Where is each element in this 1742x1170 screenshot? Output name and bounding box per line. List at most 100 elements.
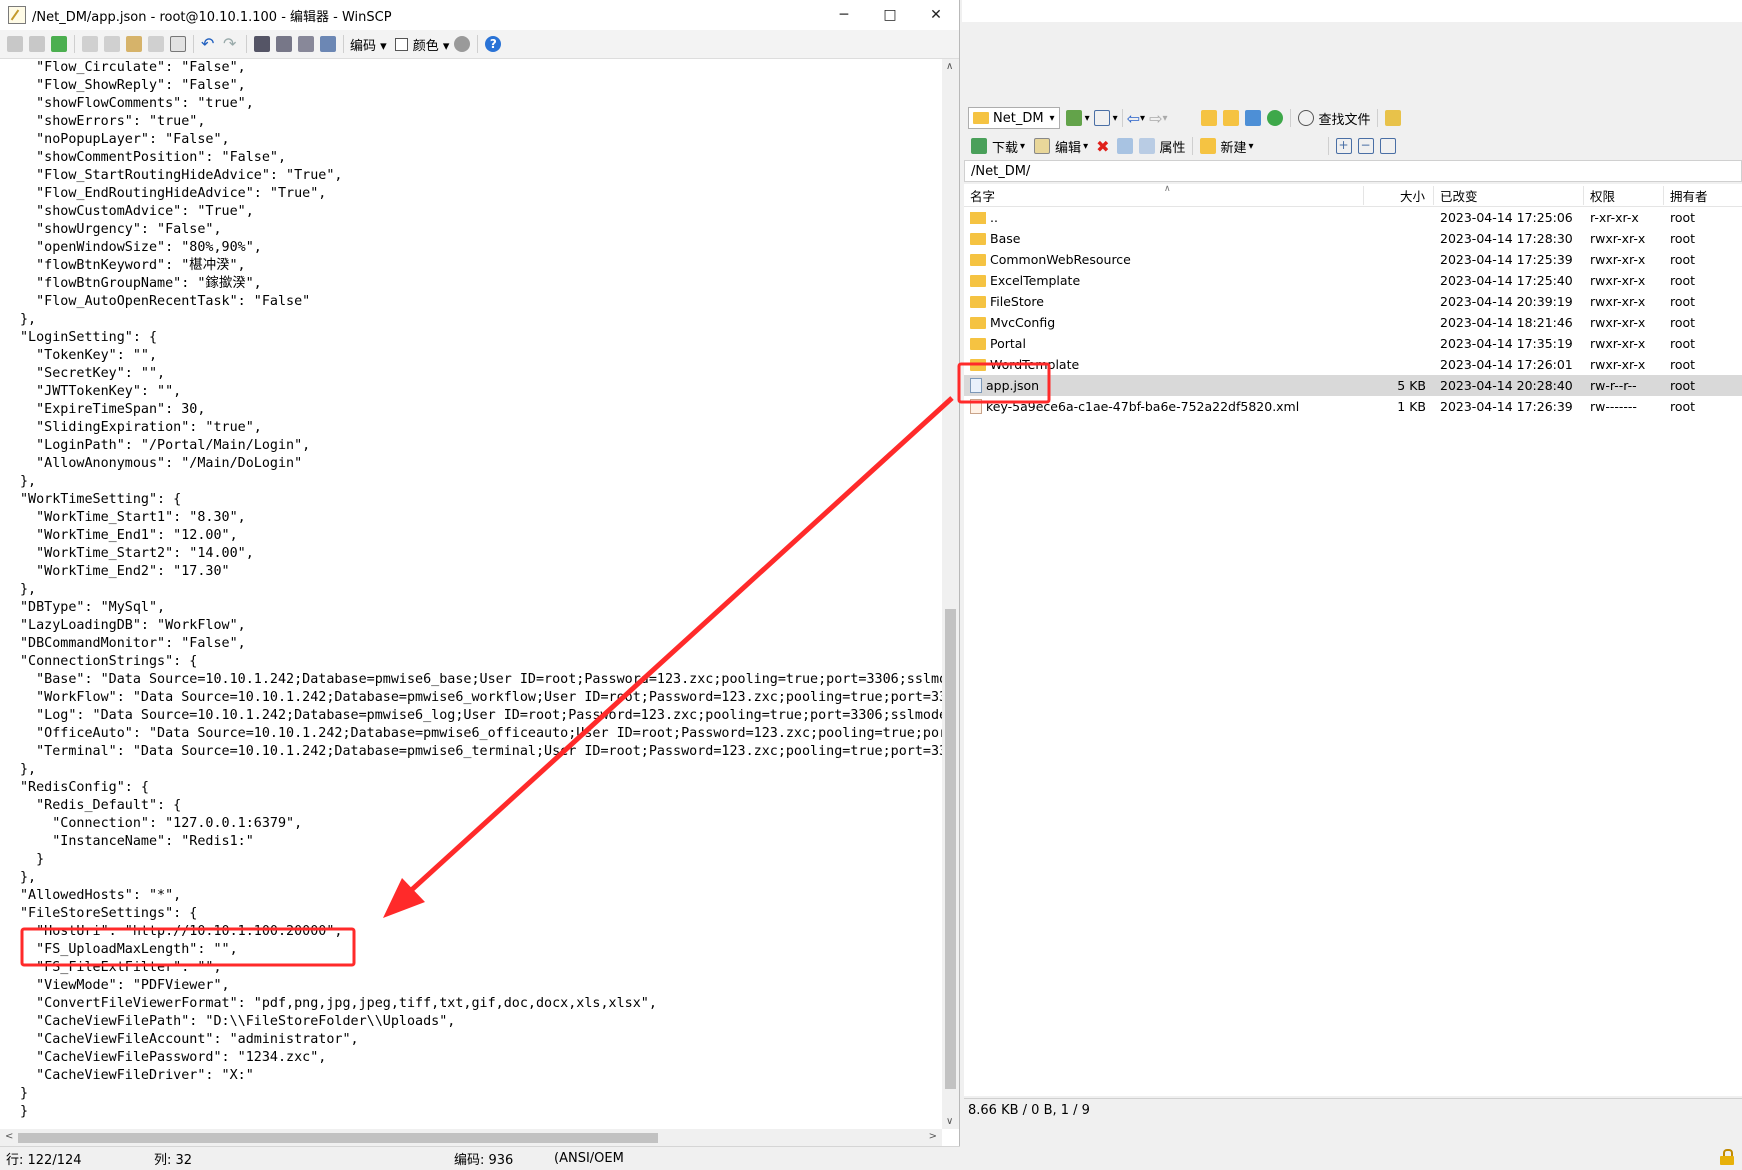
column-size[interactable]: 大小 bbox=[1364, 185, 1434, 205]
rename-icon[interactable] bbox=[1116, 138, 1133, 154]
code-editor[interactable]: "Flow_Circulate": "False", "Flow_ShowRep… bbox=[0, 59, 942, 1129]
delete-icon[interactable]: ✖ bbox=[1096, 137, 1109, 156]
code-line[interactable]: "WorkTime_Start2": "14.00", bbox=[20, 545, 942, 563]
horizontal-scrollbar[interactable]: < > bbox=[0, 1129, 942, 1146]
code-line[interactable]: "Flow_StartRoutingHideAdvice": "True", bbox=[20, 167, 942, 185]
code-line[interactable]: "LazyLoadingDB": "WorkFlow", bbox=[20, 617, 942, 635]
scroll-down-icon[interactable]: ∨ bbox=[946, 1116, 953, 1127]
download-button[interactable]: 下载 bbox=[992, 137, 1018, 156]
code-line[interactable]: "flowBtnKeyword": "椹冲湀", bbox=[20, 257, 942, 275]
code-line[interactable]: "showErrors": "true", bbox=[20, 113, 942, 131]
back-icon[interactable]: ⇦ bbox=[1127, 109, 1140, 128]
save-icon[interactable] bbox=[7, 36, 23, 52]
chevron-down-icon[interactable]: ▾ bbox=[1020, 141, 1025, 152]
preferences-gear-icon[interactable] bbox=[454, 36, 471, 52]
code-line[interactable]: "ExpireTimeSpan": 30, bbox=[20, 401, 942, 419]
code-line[interactable]: "Flow_Circulate": "False", bbox=[20, 59, 942, 77]
code-line[interactable]: "Flow_EndRoutingHideAdvice": "True", bbox=[20, 185, 942, 203]
file-name-cell[interactable]: ExcelTemplate bbox=[964, 273, 1364, 288]
delete-icon[interactable] bbox=[148, 36, 164, 52]
scroll-up-icon[interactable]: ∧ bbox=[946, 61, 953, 72]
file-row[interactable]: key-5a9ece6a-c1ae-47bf-ba6e-752a22df5820… bbox=[964, 396, 1742, 417]
code-line[interactable]: "WorkTime_Start1": "8.30", bbox=[20, 509, 942, 527]
code-line[interactable]: "CacheViewFilePath": "D:\\FileStoreFolde… bbox=[20, 1013, 942, 1031]
file-row[interactable]: Portal 2023-04-14 17:35:19 rwxr-xr-x root bbox=[964, 333, 1742, 354]
home-icon[interactable] bbox=[1244, 110, 1261, 126]
code-text[interactable]: "Flow_Circulate": "False", "Flow_ShowRep… bbox=[0, 59, 942, 1121]
code-line[interactable]: "SlidingExpiration": "true", bbox=[20, 419, 942, 437]
file-row[interactable]: MvcConfig 2023-04-14 18:21:46 rwxr-xr-x roo… bbox=[964, 312, 1742, 333]
code-line[interactable]: } bbox=[20, 1085, 942, 1103]
goto-line-icon[interactable] bbox=[320, 36, 336, 52]
file-name-cell[interactable]: CommonWebResource bbox=[964, 252, 1364, 267]
select-plus-icon[interactable]: + bbox=[1335, 138, 1352, 154]
code-line[interactable]: "noPopupLayer": "False", bbox=[20, 131, 942, 149]
code-line[interactable]: "FS_UploadMaxLength": "", bbox=[20, 941, 942, 959]
code-line[interactable]: "AllowedHosts": "*", bbox=[20, 887, 942, 905]
code-line[interactable]: "openWindowSize": "80%,90%", bbox=[20, 239, 942, 257]
file-row[interactable]: ExcelTemplate 2023-04-14 17:25:40 rwxr-xr-… bbox=[964, 270, 1742, 291]
code-line[interactable]: "WorkFlow": "Data Source=10.10.1.242;Dat… bbox=[20, 689, 942, 707]
cut-icon[interactable] bbox=[104, 36, 120, 52]
maximize-button[interactable]: □ bbox=[867, 0, 913, 30]
select-minus-icon[interactable]: − bbox=[1357, 138, 1374, 154]
file-name-cell[interactable]: WordTemplate bbox=[964, 357, 1364, 372]
file-name-cell[interactable]: Base bbox=[964, 231, 1364, 246]
code-line[interactable]: "Redis_Default": { bbox=[20, 797, 942, 815]
chevron-down-icon[interactable]: ▾ bbox=[1113, 113, 1118, 124]
code-line[interactable]: "DBType": "MySql", bbox=[20, 599, 942, 617]
code-line[interactable]: "DBCommandMonitor": "False", bbox=[20, 635, 942, 653]
column-rights[interactable]: 权限 bbox=[1584, 185, 1664, 205]
code-line[interactable]: "Base": "Data Source=10.10.1.242;Databas… bbox=[20, 671, 942, 689]
code-line[interactable]: } bbox=[20, 1103, 942, 1121]
replace-icon[interactable] bbox=[276, 36, 292, 52]
code-line[interactable]: "RedisConfig": { bbox=[20, 779, 942, 797]
chevron-down-icon[interactable]: ▾ bbox=[1249, 141, 1254, 152]
file-name-cell[interactable]: app.json bbox=[964, 378, 1364, 393]
code-line[interactable]: "AllowAnonymous": "/Main/DoLogin" bbox=[20, 455, 942, 473]
open-directory-icon[interactable] bbox=[1065, 110, 1082, 126]
edit-button[interactable]: 编辑 bbox=[1055, 137, 1081, 156]
properties-button[interactable]: 属性 bbox=[1160, 137, 1186, 156]
filter-icon[interactable] bbox=[1093, 110, 1110, 126]
code-line[interactable]: }, bbox=[20, 311, 942, 329]
help-icon[interactable]: ? bbox=[485, 36, 502, 52]
code-line[interactable]: "showFlowComments": "true", bbox=[20, 95, 942, 113]
copy-icon[interactable] bbox=[82, 36, 98, 52]
code-line[interactable]: "CacheViewFileDriver": "X:" bbox=[20, 1067, 942, 1085]
code-line[interactable]: "ConnectionStrings": { bbox=[20, 653, 942, 671]
horizontal-scroll-thumb[interactable] bbox=[18, 1133, 658, 1143]
location-dropdown[interactable]: Net_DM ▾ bbox=[968, 107, 1060, 129]
code-line[interactable]: "SecretKey": "", bbox=[20, 365, 942, 383]
code-line[interactable]: "Log": "Data Source=10.10.1.242;Database… bbox=[20, 707, 942, 725]
code-line[interactable]: "JWTTokenKey": "", bbox=[20, 383, 942, 401]
scroll-right-icon[interactable]: > bbox=[929, 1131, 937, 1142]
current-path[interactable]: /Net_DM/ bbox=[964, 160, 1742, 182]
new-button[interactable]: 新建 bbox=[1221, 137, 1247, 156]
file-name-cell[interactable]: .. bbox=[964, 210, 1364, 225]
color-menu[interactable]: 颜色 ▾ bbox=[413, 35, 450, 54]
vertical-scroll-thumb[interactable] bbox=[945, 609, 956, 1089]
chevron-down-icon[interactable]: ▾ bbox=[1140, 113, 1145, 124]
code-line[interactable]: } bbox=[20, 851, 942, 869]
file-name-cell[interactable]: Portal bbox=[964, 336, 1364, 351]
code-line[interactable]: "Connection": "127.0.0.1:6379", bbox=[20, 815, 942, 833]
reload-icon[interactable] bbox=[51, 36, 67, 52]
code-line[interactable]: "HostUri": "http://10.10.1.100:20000", bbox=[20, 923, 942, 941]
close-button[interactable]: ✕ bbox=[913, 0, 959, 30]
minimize-button[interactable]: ─ bbox=[821, 0, 867, 30]
file-name-cell[interactable]: MvcConfig bbox=[964, 315, 1364, 330]
code-line[interactable]: "FS_FileExtFilter": "", bbox=[20, 959, 942, 977]
file-row[interactable]: Base 2023-04-14 17:28:30 rwxr-xr-x root bbox=[964, 228, 1742, 249]
code-line[interactable]: "showUrgency": "False", bbox=[20, 221, 942, 239]
code-line[interactable]: "LoginSetting": { bbox=[20, 329, 942, 347]
chevron-down-icon[interactable]: ▾ bbox=[1162, 113, 1167, 124]
column-name[interactable]: 名字 ∧ bbox=[964, 184, 1364, 205]
code-line[interactable]: }, bbox=[20, 581, 942, 599]
code-line[interactable]: "showCustomAdvice": "True", bbox=[20, 203, 942, 221]
code-line[interactable]: "WorkTime_End2": "17.30" bbox=[20, 563, 942, 581]
code-line[interactable]: "Terminal": "Data Source=10.10.1.242;Dat… bbox=[20, 743, 942, 761]
file-name-cell[interactable]: key-5a9ece6a-c1ae-47bf-ba6e-752a22df5820… bbox=[964, 399, 1364, 414]
column-changed[interactable]: 已改变 bbox=[1434, 185, 1584, 205]
color-checkbox[interactable] bbox=[394, 37, 408, 51]
